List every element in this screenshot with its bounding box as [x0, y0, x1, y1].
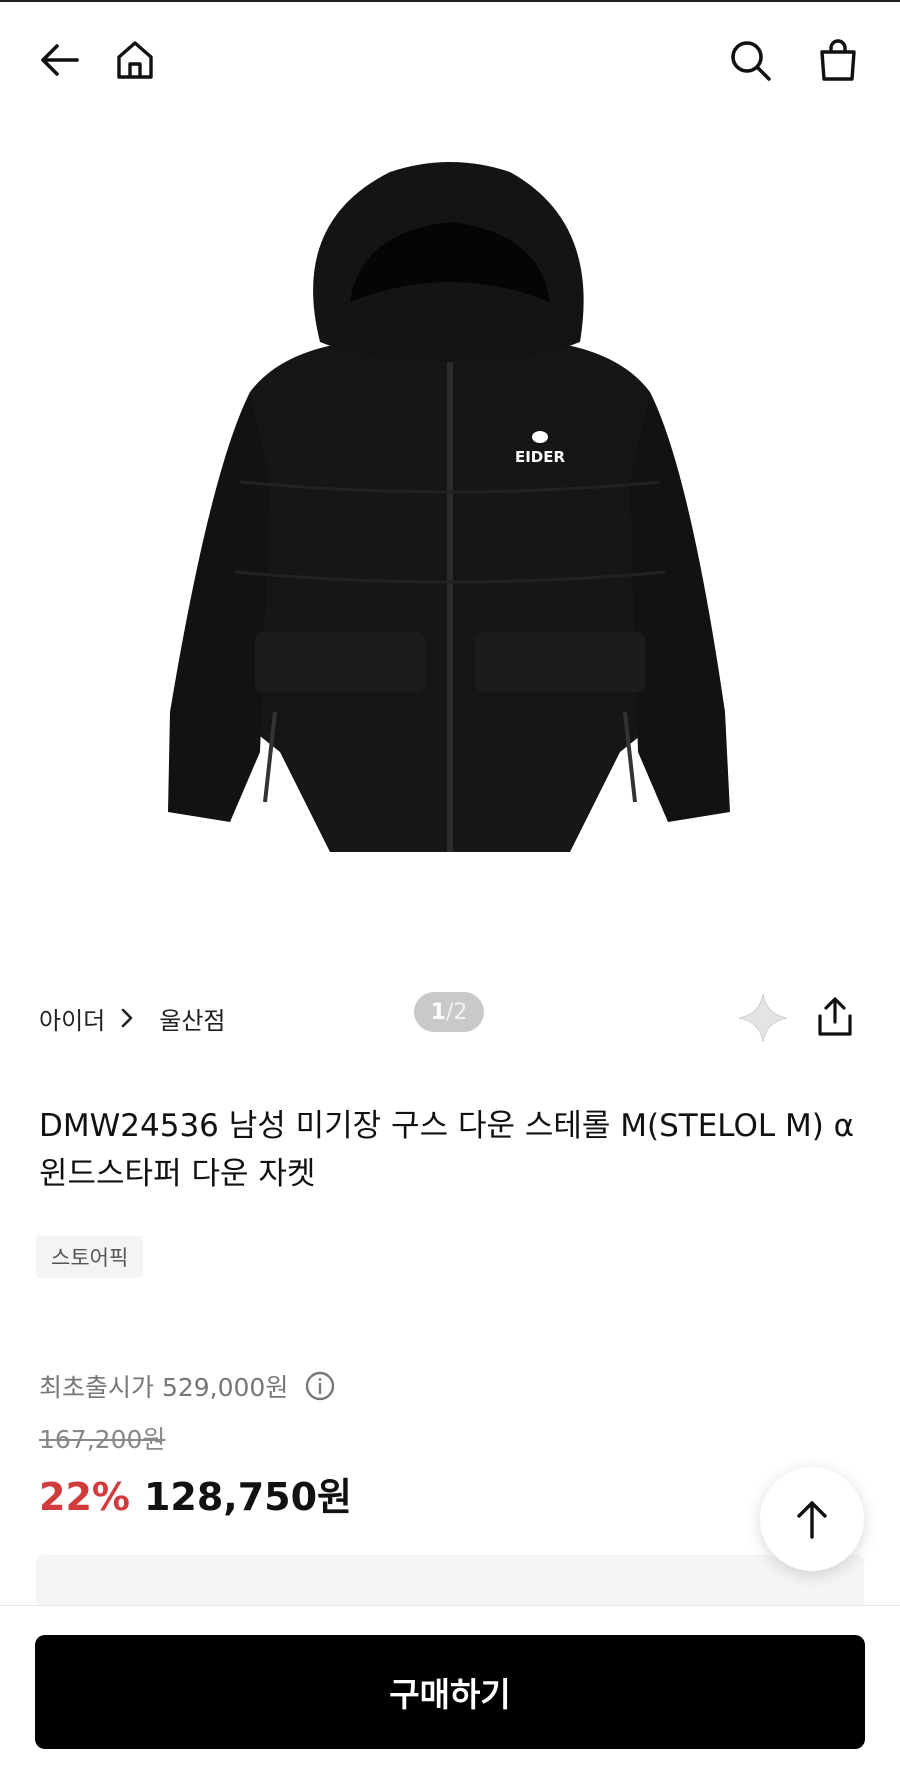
back-arrow-icon — [41, 44, 79, 76]
scroll-top-button[interactable] — [760, 1467, 864, 1571]
share-icon[interactable] — [812, 994, 858, 1040]
original-price-label: 최초출시가 529,000원 — [39, 1373, 289, 1402]
search-button[interactable] — [720, 30, 780, 90]
product-image-carousel[interactable]: EIDER 1 / 2 — [0, 112, 900, 1032]
info-icon[interactable] — [304, 1370, 336, 1402]
breadcrumb-store[interactable]: 울산점 — [159, 1001, 225, 1036]
home-button[interactable] — [105, 30, 165, 90]
breadcrumb-brand[interactable]: 아이더 — [39, 1001, 105, 1036]
buy-button[interactable]: 구매하기 — [35, 1635, 865, 1749]
pager-total: 2 — [453, 999, 468, 1025]
sale-price-row: 22% 128,750원 — [39, 1466, 352, 1521]
product-title: DMW24536 남성 미기장 구스 다운 스테롤 M(STELOL M) α … — [39, 1108, 855, 1192]
home-icon — [117, 41, 153, 79]
search-icon — [731, 41, 771, 81]
brand-logo-text: EIDER — [515, 448, 566, 466]
list-price: 167,200원 — [39, 1425, 166, 1454]
shopping-bag-icon — [820, 39, 856, 81]
discount-rate: 22% — [39, 1475, 130, 1519]
app-header — [0, 2, 900, 112]
back-button[interactable] — [30, 30, 90, 90]
chevron-right-icon — [119, 1007, 135, 1029]
product-jacket-image: EIDER — [168, 162, 730, 852]
sparkle-icon[interactable] — [735, 990, 791, 1046]
arrow-up-icon — [797, 1501, 827, 1539]
pager-separator: / — [445, 999, 454, 1025]
image-pager: 1 / 2 — [414, 992, 484, 1032]
final-price: 128,750원 — [143, 1475, 353, 1519]
original-price-row: 최초출시가 529,000원 — [39, 1368, 336, 1404]
cart-button[interactable] — [808, 30, 868, 90]
pager-current: 1 — [430, 999, 446, 1025]
breadcrumb: 아이더 울산점 — [39, 998, 226, 1038]
store-pick-badge: 스토어픽 — [36, 1236, 144, 1278]
